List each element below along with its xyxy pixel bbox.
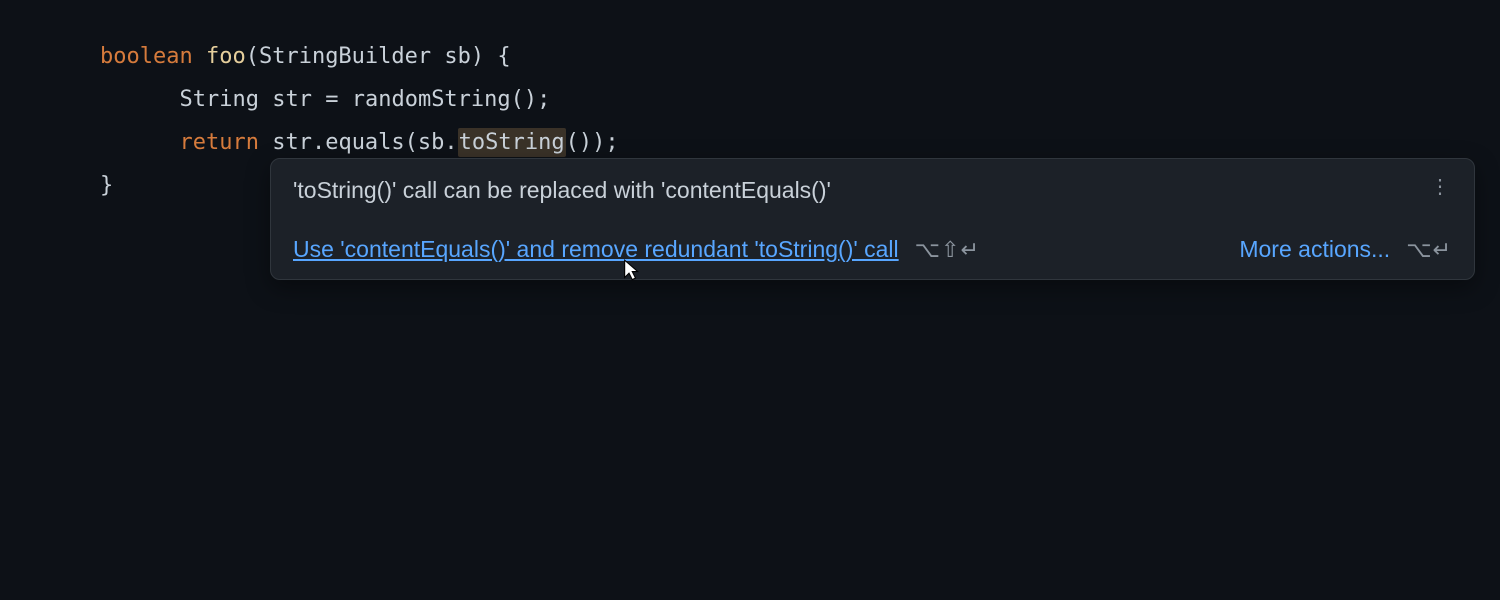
keyword-boolean: boolean (100, 44, 193, 69)
quick-fix-link[interactable]: Use 'contentEquals()' and remove redunda… (293, 236, 899, 263)
quick-fix-shortcut: ⌥⇧↵ (915, 237, 980, 263)
code-line-2[interactable]: String str = randomString(); (100, 79, 1500, 122)
params: (StringBuilder sb) { (246, 44, 511, 69)
highlighted-tostring[interactable]: toString (458, 128, 566, 157)
var-str: str (272, 87, 312, 112)
inspection-tooltip: 'toString()' call can be replaced with '… (270, 158, 1475, 280)
code-line-1[interactable]: boolean foo(StringBuilder sb) { (100, 36, 1500, 79)
keyword-return: return (179, 130, 258, 155)
more-actions-link[interactable]: More actions... (1239, 236, 1390, 263)
close-brace: } (100, 173, 113, 198)
more-vertical-icon[interactable]: ⋮ (1426, 177, 1452, 197)
call-randomstring: randomString (352, 87, 511, 112)
tooltip-title: 'toString()' call can be replaced with '… (293, 177, 831, 204)
method-name: foo (206, 44, 246, 69)
type-string: String (179, 87, 258, 112)
more-actions-shortcut: ⌥↵ (1406, 237, 1452, 263)
